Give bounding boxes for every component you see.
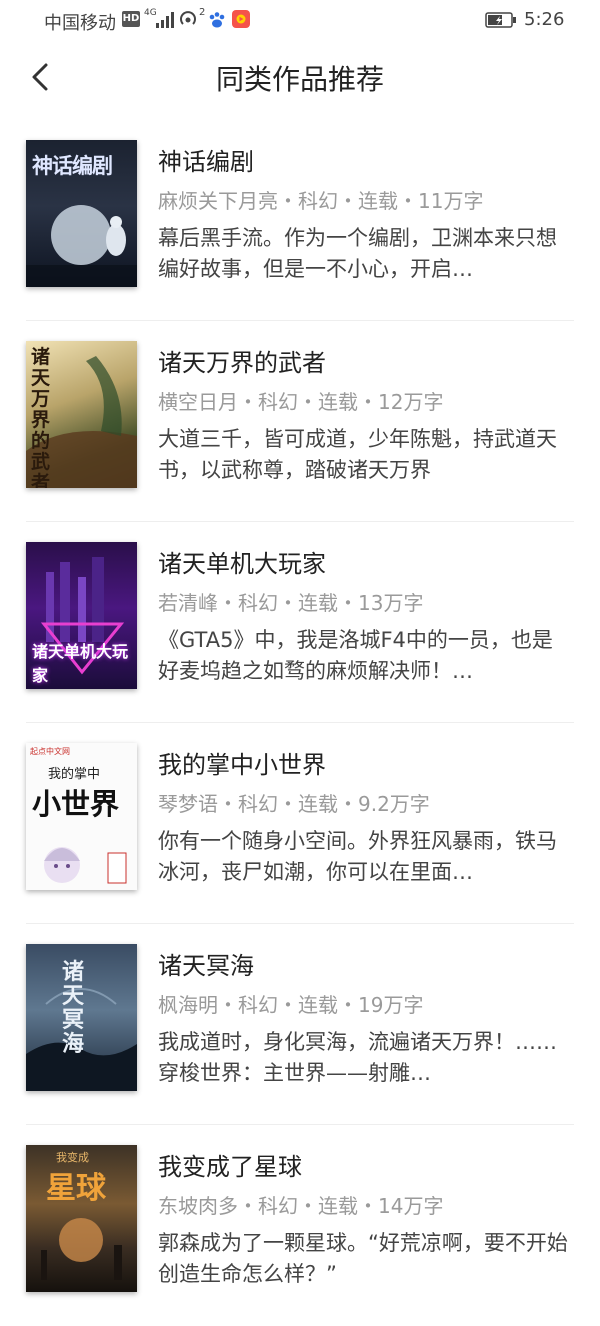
- book-title: 诸天单机大玩家: [158, 550, 326, 578]
- status-bar: 中国移动 HD 4G 2 5:26: [0, 0, 600, 40]
- hotspot-icon: [180, 11, 196, 25]
- paw-icon: [209, 12, 225, 28]
- carrier-name: 中国移动: [44, 13, 116, 34]
- cover-title: 神话编剧: [32, 153, 113, 178]
- hotspot-count: 2: [199, 7, 206, 18]
- cover-art: [41, 1218, 122, 1280]
- cover-art: [44, 847, 127, 884]
- book-cover: 起点中文网 我的掌中 小世界: [26, 743, 137, 890]
- network-type: 4G: [144, 8, 157, 18]
- book-description: 你有一个随身小空间。外界狂风暴雨，铁马冰河，丧尸如潮，你可以在里面…: [158, 829, 557, 884]
- book-meta: 横空日月・科幻・连载・12万字: [158, 390, 444, 414]
- book-description: 我成道时，身化冥海，流遍诸天万界！……穿梭世界：主世界——射雕…: [158, 1030, 557, 1085]
- book-meta: 枫海明・科幻・连载・19万字: [158, 993, 424, 1017]
- book-title: 诸天冥海: [158, 952, 254, 980]
- list-item[interactable]: 诸天冥海 诸天冥海 枫海明・科幻・连载・19万字 我成道时，身化冥海，流遍诸天万…: [0, 924, 600, 1125]
- book-description: 幕后黑手流。作为一个编剧，卫渊本来只想编好故事，但是一不小心，开启…: [158, 226, 557, 281]
- book-description: 郭森成为了一颗星球。“好荒凉啊，要不开始创造生命怎么样？”: [158, 1231, 568, 1286]
- app-notification-icon: [232, 10, 250, 28]
- clock-time: 5:26: [524, 9, 565, 30]
- page-title: 同类作品推荐: [215, 63, 384, 96]
- signal-icon: [156, 12, 174, 28]
- hd-badge: HD: [122, 11, 140, 27]
- list-item[interactable]: 诸天万界的武者 诸天万界的武者 横空日月・科幻・连载・12万字 大道三千，皆可成…: [0, 321, 600, 522]
- book-list: 神话编剧 神话编剧 麻烦关下月亮・科幻・连载・11万字 幕后黑手流。作为一个编剧…: [0, 120, 600, 1326]
- page-header: 同类作品推荐: [0, 44, 600, 108]
- cover-title: 诸天单机大玩家: [32, 642, 129, 685]
- cover-title: 诸天冥海: [62, 959, 85, 1057]
- cover-title: 诸天万界的武者: [31, 346, 51, 489]
- book-cover: 诸天单机大玩家: [26, 542, 137, 689]
- book-meta: 东坡肉多・科幻・连载・14万字: [158, 1194, 444, 1218]
- book-cover: 我变成 星球: [26, 1145, 137, 1292]
- list-item[interactable]: 我变成 星球 我变成了星球 东坡肉多・科幻・连载・14万字 郭森成为了一颗星球。…: [0, 1125, 600, 1326]
- list-item[interactable]: 起点中文网 我的掌中 小世界 我的掌中小世界 琴梦语・科幻・连载・9.2万字 你…: [0, 723, 600, 924]
- list-item[interactable]: 诸天单机大玩家 诸天单机大玩家 若清峰・科幻・连载・13万字 《GTA5》中，我…: [0, 522, 600, 723]
- book-title: 神话编剧: [158, 148, 254, 176]
- book-meta: 若清峰・科幻・连载・13万字: [158, 591, 424, 615]
- book-title: 诸天万界的武者: [158, 349, 326, 377]
- book-cover: 神话编剧: [26, 140, 137, 287]
- book-title: 我的掌中小世界: [158, 751, 326, 779]
- book-description: 《GTA5》中，我是洛城F4中的一员，也是好麦坞趋之如骛的麻烦解决师！…: [158, 628, 553, 683]
- book-meta: 琴梦语・科幻・连载・9.2万字: [158, 792, 430, 816]
- book-cover: 诸天万界的武者: [26, 341, 137, 488]
- book-title: 我变成了星球: [158, 1153, 302, 1181]
- book-description: 大道三千，皆可成道，少年陈魁，持武道天书，以武称尊，踏破诸天万界: [158, 427, 557, 482]
- list-item[interactable]: 神话编剧 神话编剧 麻烦关下月亮・科幻・连载・11万字 幕后黑手流。作为一个编剧…: [0, 120, 600, 321]
- book-cover: 诸天冥海: [26, 944, 137, 1091]
- battery-icon: [485, 12, 516, 28]
- book-meta: 麻烦关下月亮・科幻・连载・11万字: [158, 189, 484, 213]
